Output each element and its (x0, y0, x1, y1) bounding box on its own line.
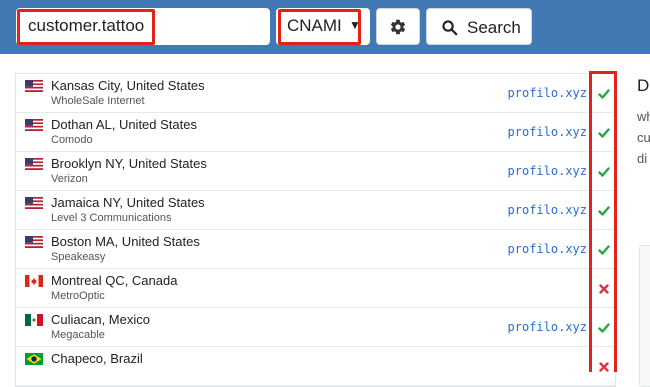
provider-name: Speakeasy (51, 251, 106, 263)
results-list: Kansas City, United States WholeSale Inte… (15, 73, 616, 387)
flag-us-icon (25, 196, 43, 209)
provider-name: Level 3 Communications (51, 212, 172, 224)
flag-us-icon (25, 235, 43, 248)
side-panel-text: wh cu di (637, 109, 650, 166)
record-value[interactable]: profilo.xyz (508, 203, 587, 217)
flag-mx-icon (25, 313, 43, 326)
provider-name: Megacable (51, 329, 105, 341)
provider-name: MetroOptic (51, 290, 105, 302)
settings-button[interactable] (376, 8, 420, 45)
location-name: Brooklyn NY, United States (51, 156, 207, 171)
side-panel-title: D (637, 76, 650, 95)
flag-us-icon (25, 157, 43, 170)
search-icon (442, 20, 458, 36)
result-row: Jamaica NY, United States Level 3 Communi… (16, 191, 615, 230)
search-button-label: Search (467, 18, 521, 37)
flag-ca-icon (25, 274, 43, 287)
side-card (639, 245, 650, 387)
search-button[interactable]: Search (426, 8, 532, 45)
provider-name: WholeSale Internet (51, 95, 145, 107)
provider-name: Comodo (51, 134, 93, 146)
location-name: Jamaica NY, United States (51, 195, 205, 210)
location-name: Montreal QC, Canada (51, 273, 178, 288)
flag-us-icon (25, 79, 43, 92)
flag-us-icon (25, 118, 43, 131)
result-row: Dothan AL, United States Comodo profilo.xy… (16, 113, 615, 152)
provider-name: Verizon (51, 173, 88, 185)
location-name: Culiacan, Mexico (51, 312, 150, 327)
record-value[interactable]: profilo.xyz (508, 320, 587, 334)
flag-br-icon (25, 352, 43, 365)
status-column-highlight (589, 71, 617, 372)
record-type-highlight (278, 9, 361, 45)
result-row: Montreal QC, Canada MetroOptic (16, 269, 615, 308)
record-value[interactable]: profilo.xyz (508, 242, 587, 256)
location-name: Kansas City, United States (51, 78, 205, 93)
location-name: Boston MA, United States (51, 234, 200, 249)
result-row: Chapeco, Brazil (16, 347, 615, 386)
gear-icon (390, 19, 406, 35)
result-row: Boston MA, United States Speakeasy profilo… (16, 230, 615, 269)
result-row: Kansas City, United States WholeSale Inte… (16, 74, 615, 113)
location-name: Dothan AL, United States (51, 117, 197, 132)
record-value[interactable]: profilo.xyz (508, 125, 587, 139)
domain-input-highlight (17, 9, 155, 45)
record-value[interactable]: profilo.xyz (508, 164, 587, 178)
location-name: Chapeco, Brazil (51, 351, 143, 366)
record-value[interactable]: profilo.xyz (508, 86, 587, 100)
result-row: Culiacan, Mexico Megacable profilo.xyz (16, 308, 615, 347)
result-row: Brooklyn NY, United States Verizon profilo… (16, 152, 615, 191)
